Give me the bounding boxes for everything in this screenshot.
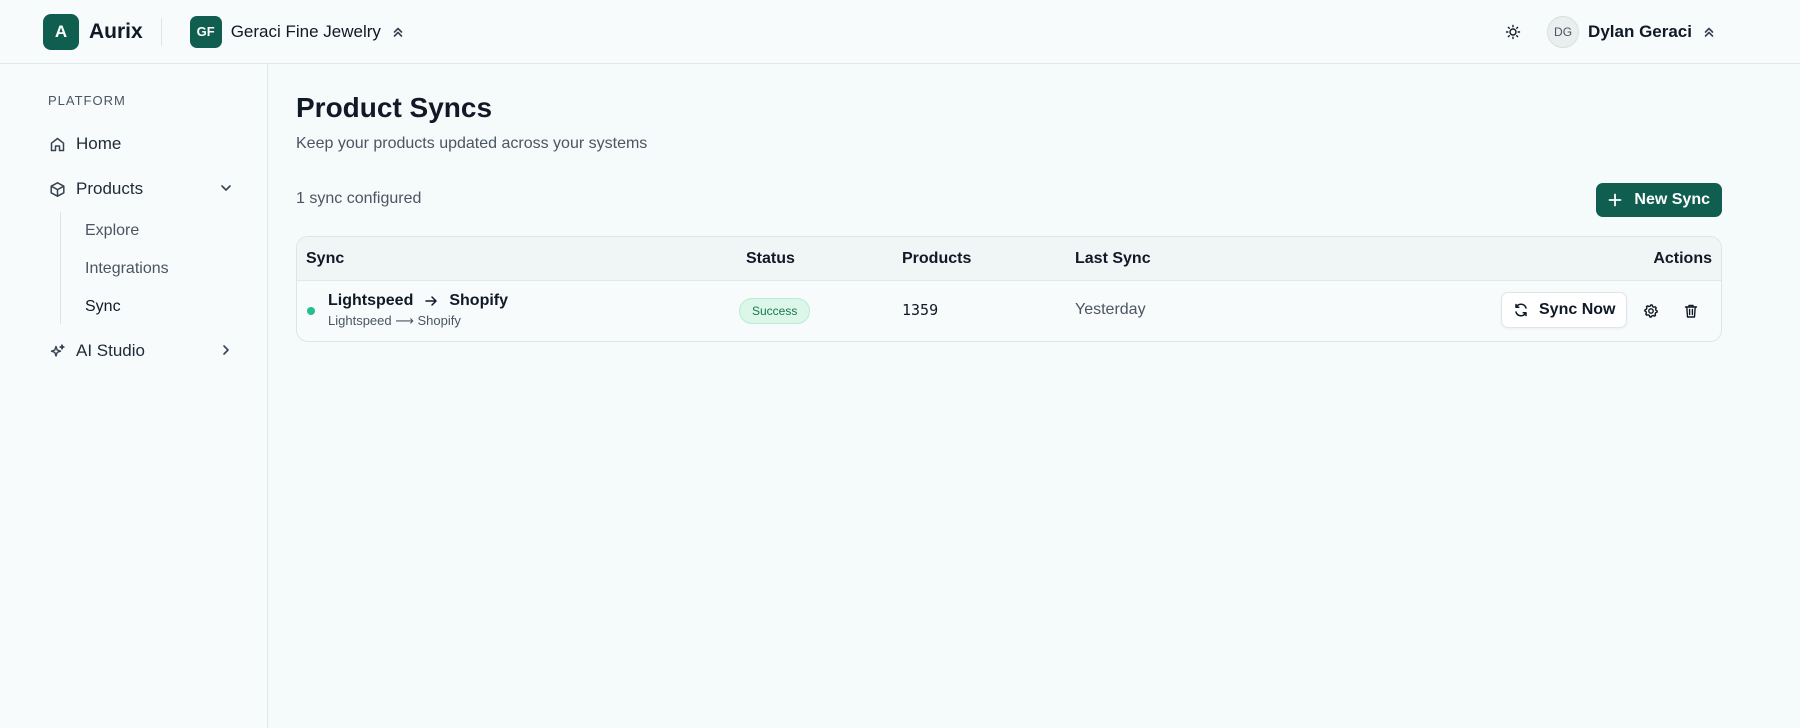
products-count: 1359 (902, 301, 939, 319)
sidebar-item-ai-studio[interactable]: AI Studio (36, 333, 246, 369)
sidebar-item-label: Products (76, 179, 144, 198)
sync-target: Shopify (449, 292, 509, 309)
gear-icon (1643, 303, 1659, 319)
sidebar: PLATFORM Home Products Explore Integrati… (0, 64, 268, 728)
table-header: Sync Status Products Last Sync Actions (297, 237, 1721, 281)
sidebar-item-home[interactable]: Home (36, 126, 246, 162)
chevrons-up-icon (1702, 25, 1716, 39)
plus-icon (1608, 193, 1622, 207)
app-logo: A (43, 13, 79, 50)
new-sync-label: New Sync (1634, 191, 1710, 208)
sidebar-subitem-integrations[interactable]: Integrations (85, 254, 235, 284)
chevron-right-icon (218, 342, 234, 358)
column-header-actions: Actions (1653, 250, 1712, 267)
sync-name: Lightspeed Shopify (328, 292, 508, 310)
user-menu[interactable]: DG Dylan Geraci (1547, 16, 1716, 48)
status-dot (307, 307, 315, 315)
sparkles-icon (48, 342, 66, 360)
sidebar-subitem-sync[interactable]: Sync (85, 292, 235, 322)
sidebar-section-label: PLATFORM (48, 93, 126, 108)
divider (160, 17, 162, 46)
delete-button[interactable] (1678, 298, 1704, 324)
column-header-products: Products (902, 250, 972, 267)
sidebar-item-products[interactable]: Products (36, 171, 246, 207)
theme-toggle-button[interactable] (1499, 18, 1527, 46)
top-bar: A Aurix GF Geraci Fine Jewelry DG Dylan … (0, 0, 1800, 64)
org-avatar: GF (189, 15, 222, 48)
column-header-sync: Sync (306, 250, 345, 267)
brand[interactable]: A Aurix (43, 13, 143, 50)
home-icon (48, 135, 66, 153)
sync-now-label: Sync Now (1539, 301, 1616, 318)
page-subtitle: Keep your products updated across your s… (296, 135, 648, 152)
box-icon (48, 180, 66, 198)
sync-count: 1 sync configured (296, 190, 422, 207)
table-row[interactable]: Lightspeed Shopify Lightspeed ⟶ Shopify … (297, 281, 1721, 341)
syncs-table: Sync Status Products Last Sync Actions L… (296, 236, 1722, 342)
chevron-down-icon (218, 180, 234, 196)
products-subnav: Explore Integrations Sync (60, 212, 169, 324)
avatar: DG (1547, 16, 1580, 48)
sidebar-item-label: Home (76, 134, 122, 153)
settings-button[interactable] (1638, 298, 1664, 324)
column-header-last-sync: Last Sync (1075, 250, 1151, 267)
last-sync-time: Yesterday (1075, 301, 1146, 318)
org-switcher[interactable]: GF Geraci Fine Jewelry (189, 15, 405, 48)
status-badge: Success (739, 298, 811, 324)
user-name: Dylan Geraci (1588, 22, 1692, 41)
sync-route: Lightspeed ⟶ Shopify (328, 313, 461, 328)
page-title: Product Syncs (296, 92, 493, 123)
sync-now-button[interactable]: Sync Now (1501, 292, 1628, 328)
refresh-icon (1513, 302, 1529, 318)
chevrons-up-icon (391, 25, 405, 39)
arrow-right-icon (424, 294, 438, 308)
sync-source: Lightspeed (328, 292, 414, 309)
org-name: Geraci Fine Jewelry (230, 21, 381, 41)
trash-icon (1683, 303, 1699, 319)
sun-icon (1505, 24, 1521, 40)
sidebar-item-label: AI Studio (76, 341, 145, 360)
new-sync-button[interactable]: New Sync (1596, 183, 1722, 217)
column-header-status: Status (746, 250, 795, 267)
sidebar-subitem-explore[interactable]: Explore (85, 216, 235, 246)
app-name: Aurix (89, 19, 143, 43)
